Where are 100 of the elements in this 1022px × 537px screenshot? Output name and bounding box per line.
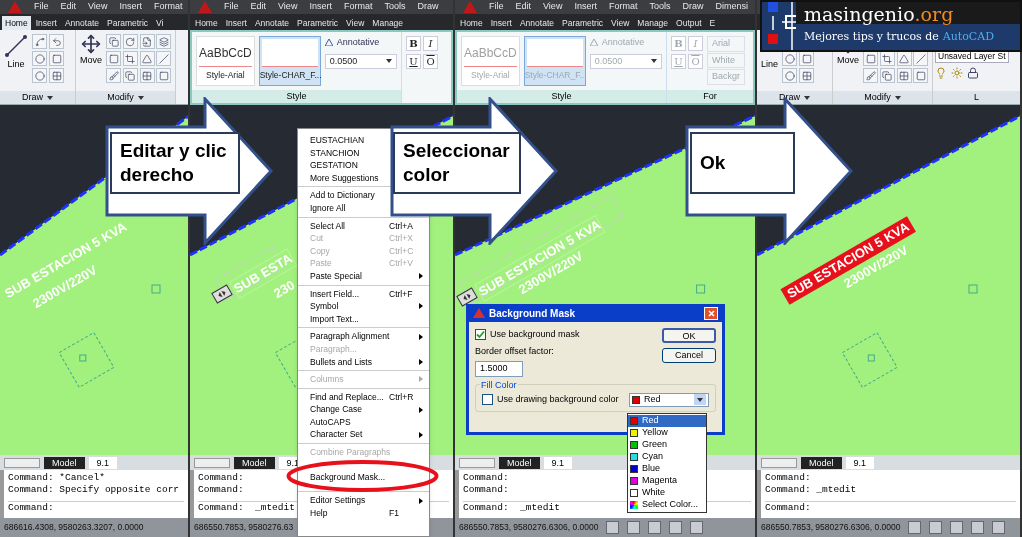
menu-item[interactable]: Add to Dictionary [298,189,381,202]
menu-item[interactable]: Draw [417,0,439,14]
ribbon-tab[interactable]: Vi [153,16,167,30]
line-tool-label[interactable]: Line [7,58,25,72]
menu-item[interactable]: Edit [250,0,267,14]
menu-item[interactable]: More Suggestions [298,171,385,185]
menu-item[interactable]: Draw [682,0,704,14]
panel-label[interactable]: Style [192,90,401,103]
ribbon-tab[interactable]: Insert [487,16,515,30]
menu-item[interactable]: Tools [649,0,671,14]
ribbon-tab[interactable]: Manage [634,16,672,30]
menu-item[interactable]: View [543,0,563,14]
ribbon-tab[interactable]: Annotate [516,16,557,30]
ribbon-tab[interactable]: View [608,16,633,30]
menu-item[interactable]: Character Set [298,428,429,442]
menu-item[interactable]: STANCHION [298,146,366,160]
menu-item[interactable]: View [278,0,298,14]
text-style-swatch[interactable]: Style-CHAR_F... [258,36,321,86]
color-option[interactable]: Cyan [628,451,706,463]
menu-item[interactable]: Dimensi [715,0,748,14]
offset-input[interactable]: 1.5000 [475,361,523,377]
move-tool-label[interactable]: Move [837,54,859,68]
menu-item[interactable]: Bullets and Lists [298,355,429,369]
color-option[interactable]: Magenta [628,475,706,487]
checkbox-label[interactable]: Use background mask [490,328,580,342]
annotative-toggle[interactable]: Annotative [324,36,397,50]
layout-tab[interactable]: 9.1 [845,456,875,469]
panel-label[interactable]: Modify [76,91,175,104]
menu-item[interactable]: File [34,0,49,14]
ok-button[interactable]: OK [662,328,716,343]
ribbon-tab[interactable]: Manage [369,16,407,30]
panel-label[interactable]: Draw [0,91,75,104]
command-prompt[interactable]: Command: _mtedit [463,502,560,514]
menu-item[interactable]: Insert Field... Ctrl+F [298,287,429,301]
menu-item[interactable]: Import Text... [298,312,365,326]
menu-item[interactable]: Paste Special [298,269,429,283]
menu-item[interactable]: View [88,0,108,14]
ribbon-tab[interactable]: View [343,16,368,30]
color-option[interactable]: Blue [628,463,706,475]
layout-tab[interactable]: 9.1 [543,456,573,469]
menu-item[interactable]: Format [153,0,183,14]
menu-item[interactable]: Format [343,0,373,14]
panel-label[interactable]: L [933,91,1020,104]
menu-item[interactable]: AutoCAPS [298,415,357,429]
format-toggle[interactable]: U [406,54,421,69]
menu-item[interactable]: Select All Ctrl+A [298,219,429,233]
format-toggle[interactable]: I [423,36,438,51]
menu-item[interactable]: File [489,0,504,14]
ribbon-tab[interactable]: Annotate [61,16,102,30]
color-dropdown[interactable]: Red [629,392,709,407]
menu-item[interactable]: Edit [60,0,77,14]
menu-item[interactable]: Ignore All [298,201,352,215]
menu-item[interactable]: Format [608,0,638,14]
menu-item[interactable]: File [224,0,239,14]
menu-item[interactable]: EUSTACHIAN [298,134,371,147]
layout-tab[interactable]: Model [499,456,540,469]
ribbon-tab[interactable]: Parametric [294,16,342,30]
height-dropdown[interactable]: 0.0500 [324,53,397,69]
ribbon-tab[interactable]: E [706,16,719,30]
menu-item[interactable]: Edit [515,0,532,14]
menu-item[interactable]: Insert [309,0,332,14]
color-option[interactable]: Select Color... [628,499,706,511]
layout-tab[interactable]: Model [234,456,275,469]
ribbon-tab[interactable]: Annotate [251,16,292,30]
ribbon-tab[interactable]: Home [192,16,221,30]
cancel-button[interactable]: Cancel [662,348,716,363]
format-toggle[interactable]: O [423,54,438,69]
text-style-swatch[interactable]: AaBbCcD Style-Arial [196,36,255,86]
line-tool-label[interactable]: Line [761,58,778,72]
menu-item[interactable]: Symbol [298,300,429,313]
ribbon-tab[interactable]: Output [673,16,705,30]
menu-item[interactable]: Help F1 [298,506,429,520]
ribbon-tab[interactable]: Insert [32,16,60,30]
menu-item[interactable]: Find and Replace... Ctrl+R [298,390,429,404]
ribbon-tab[interactable]: Insert [222,16,250,30]
ribbon-tab[interactable]: Parametric [559,16,607,30]
menu-item[interactable]: Insert [574,0,597,14]
color-option[interactable]: Red [628,415,706,427]
menu-item[interactable]: Editor Settings [298,494,429,507]
panel-label[interactable]: Modify [833,91,932,104]
format-toggle[interactable]: B [406,36,421,51]
color-option[interactable]: Green [628,439,706,451]
menu-item[interactable]: Change Case [298,403,429,416]
command-prompt[interactable]: Command: [765,502,811,514]
menu-item[interactable]: GESTATION [298,159,364,172]
layout-tab[interactable]: Model [44,456,85,469]
layout-tab[interactable]: 9.1 [88,456,118,469]
menu-item[interactable]: Tools [384,0,406,14]
menu-item[interactable]: Insert [119,0,142,14]
color-option[interactable]: White [628,487,706,499]
menu-item[interactable]: Paragraph Alignment [298,330,429,343]
menu-item[interactable]: Background Mask... [298,470,392,484]
command-prompt[interactable]: Command: [8,502,54,514]
ribbon-tab[interactable]: Home [457,16,486,30]
color-option[interactable]: Yellow [628,427,706,439]
command-prompt[interactable]: Command: _mtedit [198,502,295,514]
layout-tab[interactable]: Model [801,456,842,469]
ribbon-tab[interactable]: Home [2,16,31,30]
move-tool-label[interactable]: Move [80,54,102,68]
ribbon-tab[interactable]: Parametric [104,16,152,30]
